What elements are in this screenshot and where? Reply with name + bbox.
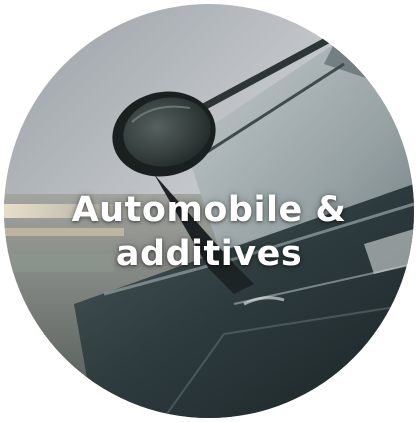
category-title-line2: additives <box>115 234 303 274</box>
category-tile-automobile[interactable]: Automobile & additives <box>4 4 414 418</box>
category-title-line1: Automobile & <box>71 190 347 230</box>
category-title: Automobile & additives <box>4 188 414 276</box>
